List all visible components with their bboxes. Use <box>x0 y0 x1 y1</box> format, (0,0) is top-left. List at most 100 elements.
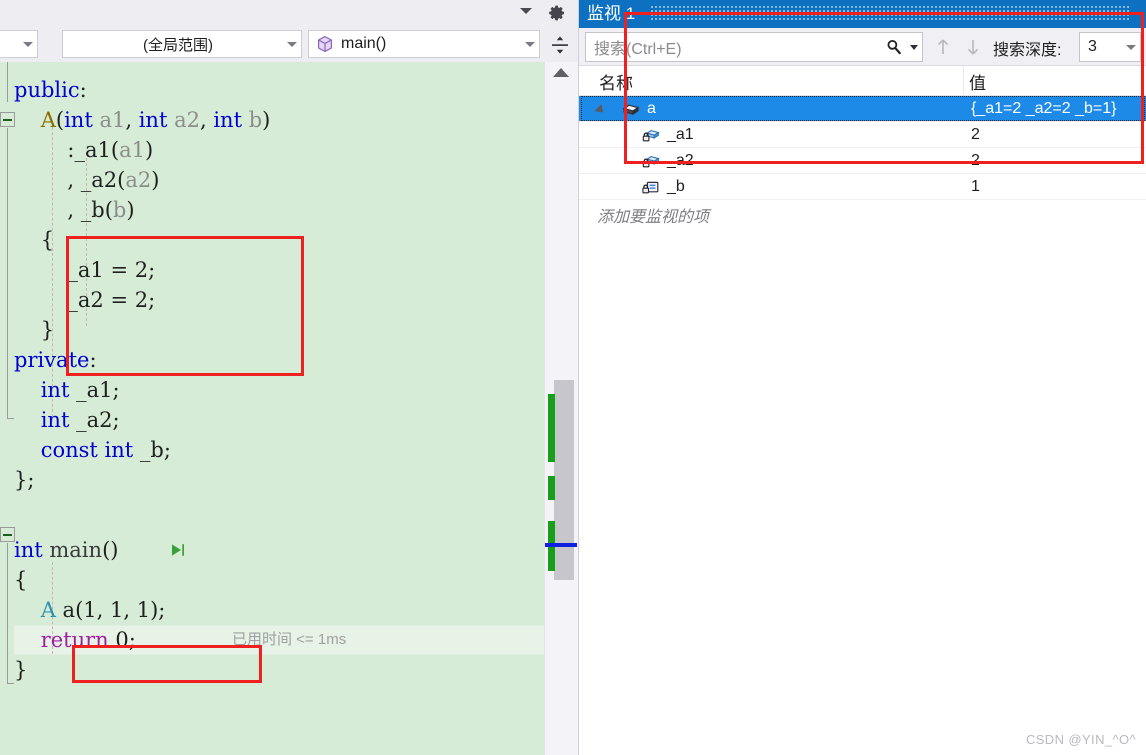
code-line[interactable]: int main() <box>14 535 118 565</box>
column-header-value[interactable]: 值 <box>969 69 986 94</box>
column-header-name[interactable]: 名称 <box>599 69 633 94</box>
code-line[interactable]: A a(1, 1, 1); <box>14 595 165 625</box>
code-token: b <box>113 198 126 222</box>
arrow-up-icon[interactable] <box>931 35 955 59</box>
chevron-down-icon <box>283 42 301 47</box>
outline-bracket <box>7 128 8 418</box>
scope-dropdown[interactable] <box>0 30 38 58</box>
elapsed-time-adornment: 已用时间 <= 1ms <box>232 625 346 655</box>
code-token: ) <box>151 168 159 192</box>
code-token: 2 <box>135 258 148 282</box>
gear-icon[interactable] <box>548 4 566 22</box>
search-depth-label: 搜索深度: <box>993 36 1061 60</box>
code-token: 1 <box>137 598 150 622</box>
code-token: } <box>14 658 27 682</box>
code-token: : <box>80 78 87 102</box>
watch-row[interactable]: _a2 2 <box>579 148 1146 174</box>
outline-collapse-box-main[interactable] <box>0 527 15 542</box>
code-token: , _b <box>14 198 105 222</box>
code-token: ) <box>126 198 134 222</box>
code-line[interactable]: int _a1; <box>14 375 120 405</box>
scrollbar-change-mark <box>548 476 555 500</box>
private-field-icon <box>641 126 661 144</box>
watch-row-name[interactable]: _a1 <box>667 122 694 148</box>
code-token: ( <box>105 198 113 222</box>
code-token: 1 <box>110 598 123 622</box>
code-line[interactable]: :_a1(a1) <box>14 135 153 165</box>
code-line[interactable]: } <box>14 315 54 345</box>
outline-collapse-box-class[interactable] <box>0 112 15 127</box>
watch-row[interactable]: a {_a1=2 _a2=2 _b=1} <box>579 96 1146 122</box>
code-token: , <box>97 598 110 622</box>
code-token: { <box>14 228 54 252</box>
code-token: ) <box>145 138 153 162</box>
code-token <box>14 408 41 432</box>
code-token <box>14 378 41 402</box>
outline-bracket <box>7 62 8 102</box>
code-token: a( <box>56 598 83 622</box>
code-line[interactable]: return 0; <box>14 625 136 655</box>
search-icon[interactable] <box>882 36 906 58</box>
code-line[interactable]: , _a2(a2) <box>14 165 159 195</box>
watch-row-value[interactable]: 1 <box>971 174 980 200</box>
search-depth-dropdown[interactable]: 3 <box>1079 32 1141 62</box>
code-token: _a2; <box>69 408 119 432</box>
watch-row-value[interactable]: 2 <box>971 148 980 174</box>
code-line[interactable]: A(int a1, int a2, int b) <box>14 105 270 135</box>
watch-row-value[interactable]: {_a1=2 _a2=2 _b=1} <box>971 96 1117 122</box>
watch-window-title: 监视 1 <box>587 2 635 26</box>
editor-vertical-scrollbar[interactable] <box>544 62 578 755</box>
search-input[interactable]: 搜索(Ctrl+E) <box>585 32 923 62</box>
code-line[interactable]: }; <box>14 465 34 495</box>
private-const-icon <box>641 178 661 196</box>
member-dropdown-value: main() <box>335 35 521 53</box>
code-line[interactable]: } <box>14 655 27 685</box>
chevron-down-icon <box>1122 45 1140 50</box>
outline-bracket <box>7 543 8 683</box>
code-surface[interactable]: public: A(int a1, int a2, int b) :_a1(a1… <box>0 62 578 755</box>
chevron-down-icon <box>19 42 37 47</box>
chevron-down-icon[interactable] <box>906 45 922 50</box>
code-token: ; <box>148 258 155 282</box>
arrow-down-icon[interactable] <box>961 35 985 59</box>
watch-row[interactable]: _b 1 <box>579 174 1146 200</box>
type-dropdown[interactable]: (全局范围) <box>62 30 302 58</box>
column-splitter[interactable] <box>963 66 964 96</box>
code-token <box>14 598 41 622</box>
code-line[interactable]: private: <box>14 345 97 375</box>
titlebar-drag-handle[interactable] <box>651 6 1131 22</box>
code-token: _a2 = <box>14 288 135 312</box>
code-line[interactable]: { <box>14 565 27 595</box>
split-view-icon[interactable] <box>546 30 574 60</box>
watch-row-name[interactable]: _b <box>667 174 685 200</box>
code-line[interactable]: _a1 = 2; <box>14 255 155 285</box>
run-to-cursor-icon[interactable] <box>170 542 186 558</box>
code-token: return <box>41 628 109 652</box>
code-token: 0 <box>115 628 128 652</box>
code-token: ( <box>111 138 119 162</box>
code-line[interactable]: int _a2; <box>14 405 120 435</box>
watch-row-name[interactable]: _a2 <box>667 148 694 174</box>
code-token: A <box>41 108 56 132</box>
code-token: ) <box>262 108 270 132</box>
code-line[interactable]: const int _b; <box>14 435 171 465</box>
watch-row[interactable]: _a1 2 <box>579 122 1146 148</box>
code-line[interactable]: { <box>14 225 54 255</box>
code-token: a2 <box>174 108 200 132</box>
editor-navigation-bar: (全局范围) main() <box>0 26 578 63</box>
code-token: public <box>14 78 80 102</box>
scrollbar-thumb[interactable] <box>554 380 574 580</box>
watch-row-name[interactable]: a <box>647 96 656 122</box>
code-line[interactable]: _a2 = 2; <box>14 285 155 315</box>
code-token: b <box>249 108 262 132</box>
scroll-up-icon[interactable] <box>553 68 569 77</box>
search-depth-value: 3 <box>1080 38 1122 56</box>
watch-row-value[interactable]: 2 <box>971 122 980 148</box>
member-dropdown[interactable]: main() <box>308 30 540 58</box>
chevron-down-icon[interactable] <box>520 8 532 14</box>
code-line[interactable]: , _b(b) <box>14 195 135 225</box>
watch-add-item-row[interactable]: 添加要监视的项 <box>579 200 1146 230</box>
code-token <box>14 108 41 132</box>
code-line[interactable]: public: <box>14 75 87 105</box>
watch-window-titlebar[interactable]: 监视 1 <box>579 0 1146 28</box>
